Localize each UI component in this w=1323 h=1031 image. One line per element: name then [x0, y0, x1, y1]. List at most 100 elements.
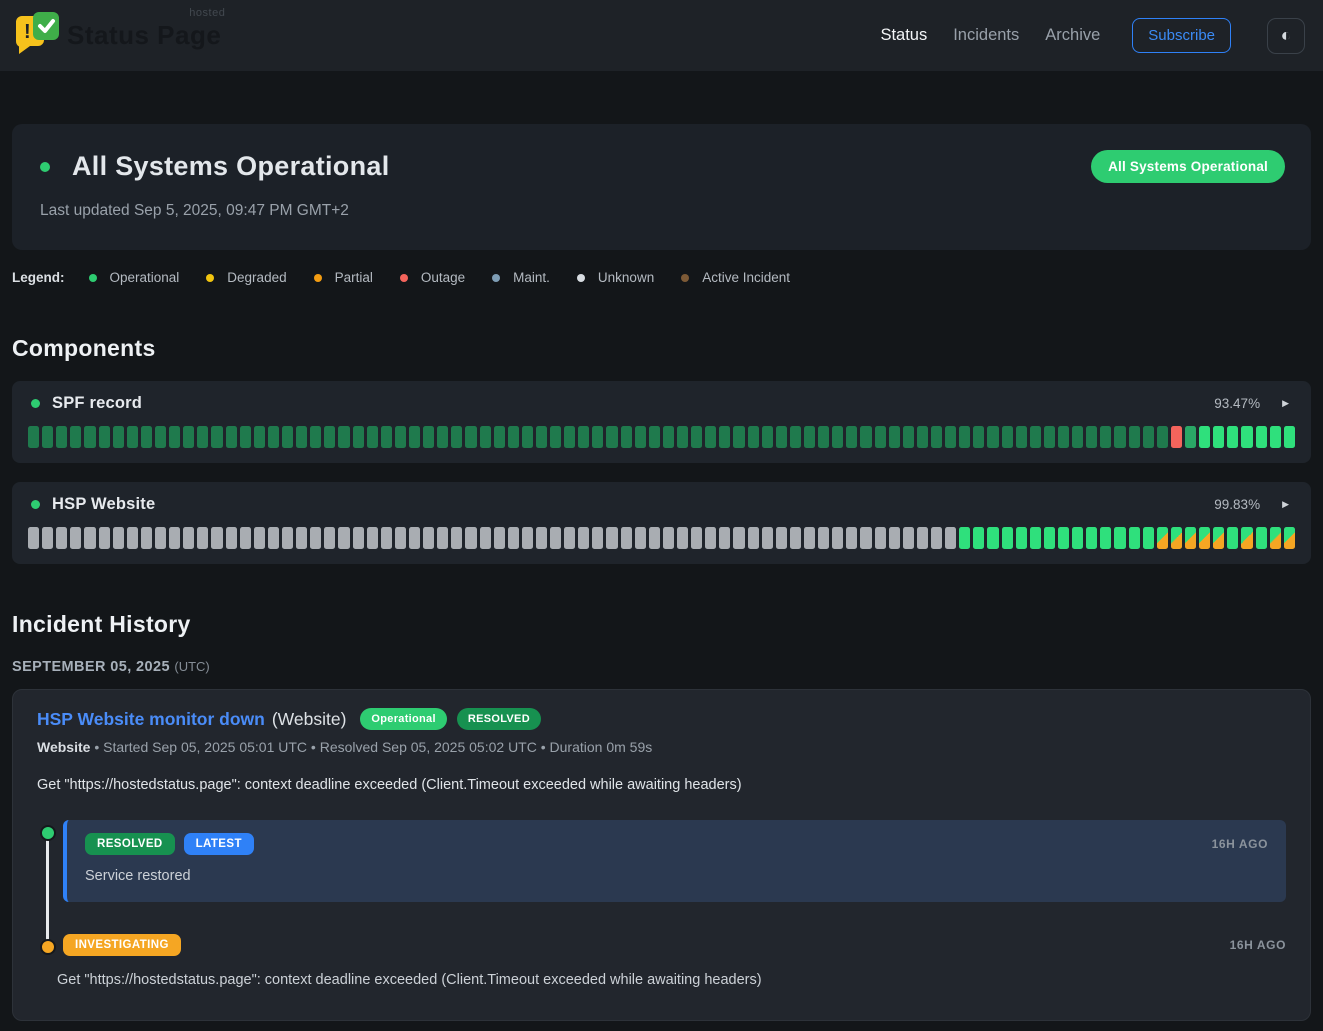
uptime-bar [1143, 426, 1154, 448]
uptime-bar [169, 527, 180, 549]
uptime-bar [451, 527, 462, 549]
update-message: Get "https://hostedstatus.page": context… [57, 972, 1286, 988]
uptime-bar [804, 426, 815, 448]
uptime-bar [522, 527, 533, 549]
uptime-bar [606, 426, 617, 448]
uptime-bar [1157, 426, 1168, 448]
uptime-bar [762, 527, 773, 549]
uptime-bar [1185, 426, 1196, 448]
incident-description: Get "https://hostedstatus.page": context… [37, 777, 1286, 793]
incident-operational-badge: Operational [360, 708, 446, 730]
uptime-bar [1213, 426, 1224, 448]
incident-resolved-badge: RESOLVED [457, 708, 541, 730]
subscribe-button[interactable]: Subscribe [1132, 18, 1231, 53]
uptime-bar [1256, 527, 1267, 549]
uptime-bar [1227, 527, 1238, 549]
legend-item-outage: Outage [400, 270, 465, 285]
uptime-bar [42, 426, 53, 448]
unknown-dot [577, 274, 585, 282]
uptime-bar [621, 426, 632, 448]
component-row-hsp-website[interactable]: HSP Website 99.83% ▶ [28, 495, 1295, 514]
uptime-bar [889, 527, 900, 549]
uptime-bar [28, 426, 39, 448]
uptime-bar [296, 527, 307, 549]
uptime-bar [381, 426, 392, 448]
uptime-bar [508, 527, 519, 549]
nav-link-incidents[interactable]: Incidents [953, 26, 1019, 45]
uptime-bar [748, 527, 759, 549]
component-status-dot [31, 500, 40, 509]
uptime-bar [99, 426, 110, 448]
expand-arrow-icon[interactable]: ▶ [1282, 398, 1289, 409]
svg-text:!: ! [24, 21, 31, 43]
uptime-bar [719, 527, 730, 549]
resolved-pill: RESOLVED [85, 833, 175, 855]
uptime-bar [1129, 426, 1140, 448]
uptime-bar [480, 527, 491, 549]
uptime-bar [945, 527, 956, 549]
uptime-bar [550, 426, 561, 448]
legend-item-degraded: Degraded [206, 270, 286, 285]
expand-arrow-icon[interactable]: ▶ [1282, 499, 1289, 510]
legend-item-active-incident: Active Incident [681, 270, 790, 285]
active-incident-dot [681, 274, 689, 282]
uptime-bar [903, 527, 914, 549]
main-nav: Status Incidents Archive Subscribe ◐ [880, 18, 1305, 54]
investigating-dot [40, 939, 56, 955]
component-card-spf-record: SPF record 93.47% ▶ [12, 381, 1311, 463]
uptime-bars [28, 426, 1295, 448]
nav-link-archive[interactable]: Archive [1045, 26, 1100, 45]
uptime-bar [197, 426, 208, 448]
latest-pill: LATEST [184, 833, 254, 855]
uptime-bar [395, 426, 406, 448]
uptime-bar [240, 527, 251, 549]
uptime-bar [70, 426, 81, 448]
overall-status-card: All Systems Operational All Systems Oper… [12, 124, 1311, 250]
uptime-bar [1171, 426, 1182, 448]
uptime-bar [804, 527, 815, 549]
uptime-bar [875, 426, 886, 448]
uptime-bar [183, 527, 194, 549]
uptime-bar [42, 527, 53, 549]
uptime-bar [719, 426, 730, 448]
uptime-bar [1100, 527, 1111, 549]
uptime-bar [169, 426, 180, 448]
uptime-bar [1030, 527, 1041, 549]
uptime-bar [832, 426, 843, 448]
uptime-bar [1143, 527, 1154, 549]
status-legend: Legend: Operational Degraded Partial Out… [12, 270, 1311, 285]
uptime-bar [606, 527, 617, 549]
update-message: Service restored [85, 868, 1268, 884]
uptime-bar [1284, 426, 1295, 448]
uptime-bar [903, 426, 914, 448]
uptime-bar [705, 527, 716, 549]
nav-link-status[interactable]: Status [880, 26, 927, 45]
uptime-bar [1114, 426, 1125, 448]
legend-item-unknown: Unknown [577, 270, 654, 285]
uptime-bar [381, 527, 392, 549]
uptime-bar [635, 527, 646, 549]
operational-dot [89, 274, 97, 282]
uptime-bar [1072, 426, 1083, 448]
uptime-bar [1256, 426, 1267, 448]
brand[interactable]: ! Status Page hosted [12, 10, 221, 61]
uptime-bar [84, 426, 95, 448]
uptime-bar [465, 426, 476, 448]
theme-toggle-button[interactable]: ◐ [1267, 18, 1305, 54]
incident-title-link[interactable]: HSP Website monitor down [37, 709, 265, 730]
uptime-bar [99, 527, 110, 549]
uptime-bar [663, 527, 674, 549]
uptime-bar [338, 426, 349, 448]
component-uptime-percent: 93.47% [1214, 396, 1260, 411]
uptime-bar [395, 527, 406, 549]
component-row-spf-record[interactable]: SPF record 93.47% ▶ [28, 394, 1295, 413]
uptime-bar [338, 527, 349, 549]
uptime-bar [113, 426, 124, 448]
component-card-hsp-website: HSP Website 99.83% ▶ [12, 482, 1311, 564]
uptime-bar [1044, 527, 1055, 549]
uptime-bar [141, 426, 152, 448]
uptime-bar [1086, 426, 1097, 448]
update-timestamp: 16H AGO [1230, 938, 1286, 952]
incident-card: HSP Website monitor down (Website) Opera… [12, 689, 1311, 1021]
uptime-bar [860, 527, 871, 549]
